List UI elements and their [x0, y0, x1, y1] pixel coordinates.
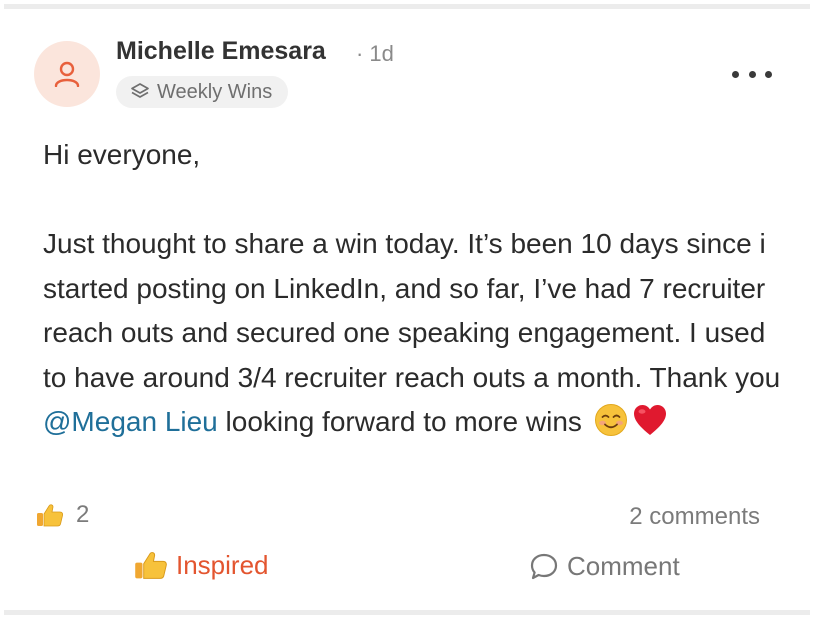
meta-separator: ·	[356, 41, 364, 66]
comment-button[interactable]: Comment	[529, 551, 680, 582]
more-options-button[interactable]	[732, 60, 772, 88]
group-label: Weekly Wins	[157, 80, 273, 103]
group-tag[interactable]: Weekly Wins	[116, 76, 289, 108]
reaction-count: 2	[76, 501, 90, 528]
layers-icon	[131, 83, 149, 98]
post-message-end: looking forward to more wins	[217, 406, 582, 437]
inspired-label: Inspired	[176, 549, 269, 580]
speech-bubble-icon	[530, 553, 558, 579]
thumbs-up-icon	[135, 552, 167, 579]
inspired-button[interactable]: Inspired	[134, 548, 269, 582]
red-heart-icon	[633, 405, 666, 435]
mention-link[interactable]: @Megan Lieu	[43, 406, 218, 437]
user-icon	[54, 61, 80, 87]
more-dots-icon	[732, 70, 739, 78]
bottom-divider	[4, 610, 810, 615]
post-time: 1d	[369, 41, 394, 66]
thumbs-up-icon	[37, 504, 64, 527]
avatar[interactable]	[34, 41, 100, 107]
top-divider	[4, 4, 810, 9]
post-message: Just thought to share a win today. It’s …	[43, 222, 783, 445]
post-timestamp: · 1d	[356, 41, 394, 67]
comment-label: Comment	[567, 551, 680, 581]
reaction-summary[interactable]: 2	[36, 501, 89, 529]
post-body: Hi everyone, Just thought to share a win…	[43, 133, 783, 445]
author-name[interactable]: Michelle Emesara	[116, 37, 326, 66]
post-greeting: Hi everyone,	[43, 139, 201, 170]
comments-count[interactable]: 2 comments	[629, 503, 760, 531]
post-message-text: Just thought to share a win today. It’s …	[43, 228, 781, 393]
smiling-face-icon	[594, 404, 627, 436]
